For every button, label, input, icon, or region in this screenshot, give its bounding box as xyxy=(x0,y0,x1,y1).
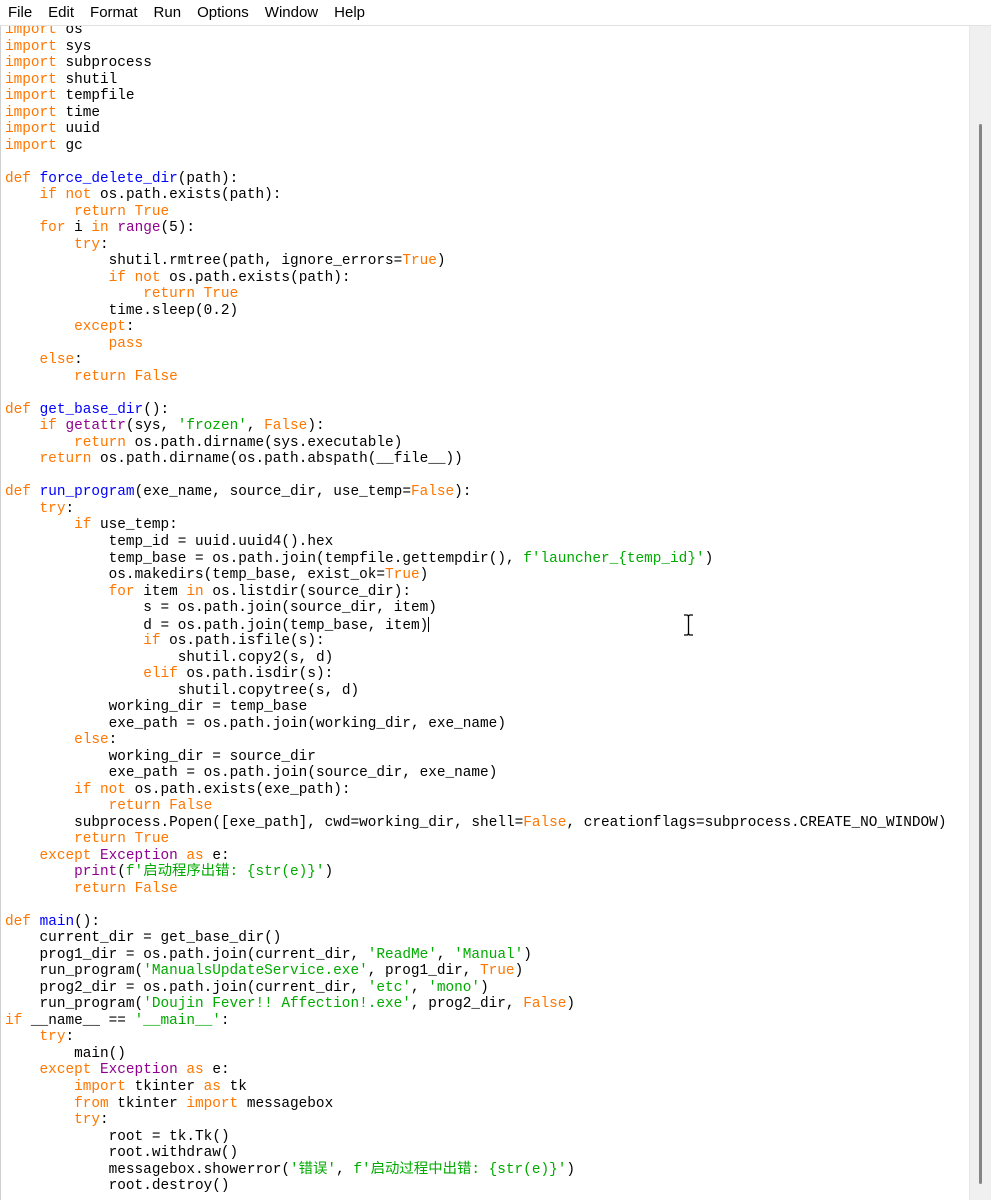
code-line: exe_path = os.path.join(source_dir, exe_… xyxy=(108,765,498,782)
code-line: print(f'启动程序出错: {str(e)}') xyxy=(74,864,334,881)
code-line: if not os.path.exists(path): xyxy=(108,269,351,286)
code-line: main() xyxy=(74,1045,126,1062)
code-line: if not os.path.exists(exe_path): xyxy=(74,781,351,798)
code-text[interactable]: import os import sys import subprocess impo… xyxy=(5,26,946,1195)
code-line: root = tk.Tk() xyxy=(108,1128,230,1145)
menu-options[interactable]: Options xyxy=(189,0,257,25)
code-line: except Exception as e: xyxy=(39,1062,230,1079)
code-line: current_dir = get_base_dir() xyxy=(39,930,282,947)
code-line: except Exception as e: xyxy=(39,847,230,864)
code-line: def get_base_dir(): xyxy=(5,401,170,418)
menu-help[interactable]: Help xyxy=(326,0,373,25)
code-line: try: xyxy=(39,1029,75,1046)
code-line: import time xyxy=(5,104,101,121)
code-line: working_dir = source_dir xyxy=(108,748,316,765)
code-line: if __name__ == '__main__': xyxy=(5,1012,230,1029)
code-line: return True xyxy=(74,203,170,220)
code-line: import uuid xyxy=(5,121,101,138)
code-line: import tempfile xyxy=(5,88,135,105)
code-line: os.makedirs(temp_base, exist_ok=True) xyxy=(108,567,429,584)
code-line: elif os.path.isdir(s): xyxy=(143,666,334,683)
scrollbar-thumb[interactable] xyxy=(979,124,982,1184)
vertical-scrollbar[interactable] xyxy=(969,26,991,1200)
code-line: root.destroy() xyxy=(108,1178,230,1195)
menu-window[interactable]: Window xyxy=(257,0,326,25)
code-line: try: xyxy=(39,500,75,517)
code-line: from tkinter import messagebox xyxy=(74,1095,334,1112)
code-line: import tkinter as tk xyxy=(74,1079,247,1095)
code-line: return False xyxy=(74,368,178,385)
menu-file[interactable]: File xyxy=(0,0,40,25)
code-line: shutil.copy2(s, d) xyxy=(177,649,334,666)
code-line: temp_id = uuid.uuid4().hex xyxy=(108,533,334,550)
code-line: def run_program(exe_name, source_dir, us… xyxy=(5,484,472,501)
code-line: try: xyxy=(74,236,109,253)
code-line: pass xyxy=(108,335,144,352)
ibeam-cursor-icon xyxy=(684,614,693,636)
code-line: run_program('Doujin Fever!! Affection!.e… xyxy=(39,996,576,1013)
code-line: for item in os.listdir(source_dir): xyxy=(108,583,411,600)
code-line: if getattr(sys, 'frozen', False): xyxy=(39,418,325,435)
menu-edit[interactable]: Edit xyxy=(40,0,82,25)
menu-run[interactable]: Run xyxy=(146,0,190,25)
code-line: messagebox.showerror('错误', f'启动过程中出错: {s… xyxy=(108,1161,576,1178)
code-line: return True xyxy=(143,286,239,303)
code-line: prog1_dir = os.path.join(current_dir, 'R… xyxy=(39,946,532,963)
code-line: import gc xyxy=(5,137,83,154)
code-line: working_dir = temp_base xyxy=(108,699,308,716)
code-line: return True xyxy=(74,831,170,848)
code-line: if use_temp: xyxy=(74,517,178,534)
code-line: d = os.path.join(temp_base, item) xyxy=(143,616,430,634)
menu-format[interactable]: Format xyxy=(82,0,146,25)
code-line: return os.path.dirname(os.path.abspath(_… xyxy=(39,451,463,468)
code-line: else: xyxy=(74,732,118,749)
code-line: def force_delete_dir(path): xyxy=(5,170,239,187)
code-line: root.withdraw() xyxy=(108,1145,239,1162)
code-line: time.sleep(0.2) xyxy=(108,302,239,319)
code-editor[interactable]: import os import sys import subprocess impo… xyxy=(0,26,969,1200)
code-line: s = os.path.join(source_dir, item) xyxy=(143,600,437,617)
code-line: import sys xyxy=(5,38,92,55)
code-line: shutil.rmtree(path, ignore_errors=True) xyxy=(108,253,446,270)
code-line: except: xyxy=(74,319,135,336)
code-line: import os xyxy=(5,26,83,38)
code-line: run_program('ManualsUpdateService.exe', … xyxy=(39,963,524,980)
code-line: return os.path.dirname(sys.executable) xyxy=(74,434,403,451)
code-line: if not os.path.exists(path): xyxy=(39,187,282,204)
code-line: else: xyxy=(39,352,83,369)
menu-bar: File Edit Format Run Options Window Help xyxy=(0,0,991,26)
code-line: exe_path = os.path.join(working_dir, exe… xyxy=(108,715,506,732)
code-line: try: xyxy=(74,1112,109,1129)
code-line: return False xyxy=(74,880,178,897)
text-caret xyxy=(428,616,430,632)
code-line: temp_base = os.path.join(tempfile.gettem… xyxy=(108,550,714,567)
code-line: if os.path.isfile(s): xyxy=(143,633,325,650)
code-line: prog2_dir = os.path.join(current_dir, 'e… xyxy=(39,979,489,996)
code-line: import subprocess xyxy=(5,55,152,72)
code-line: subprocess.Popen([exe_path], cwd=working… xyxy=(74,814,947,831)
code-line: import shutil xyxy=(5,71,118,88)
code-line: def main(): xyxy=(5,913,101,930)
code-line: shutil.copytree(s, d) xyxy=(177,682,360,699)
code-line: return False xyxy=(108,798,213,815)
code-line: for i in range(5): xyxy=(39,220,196,237)
